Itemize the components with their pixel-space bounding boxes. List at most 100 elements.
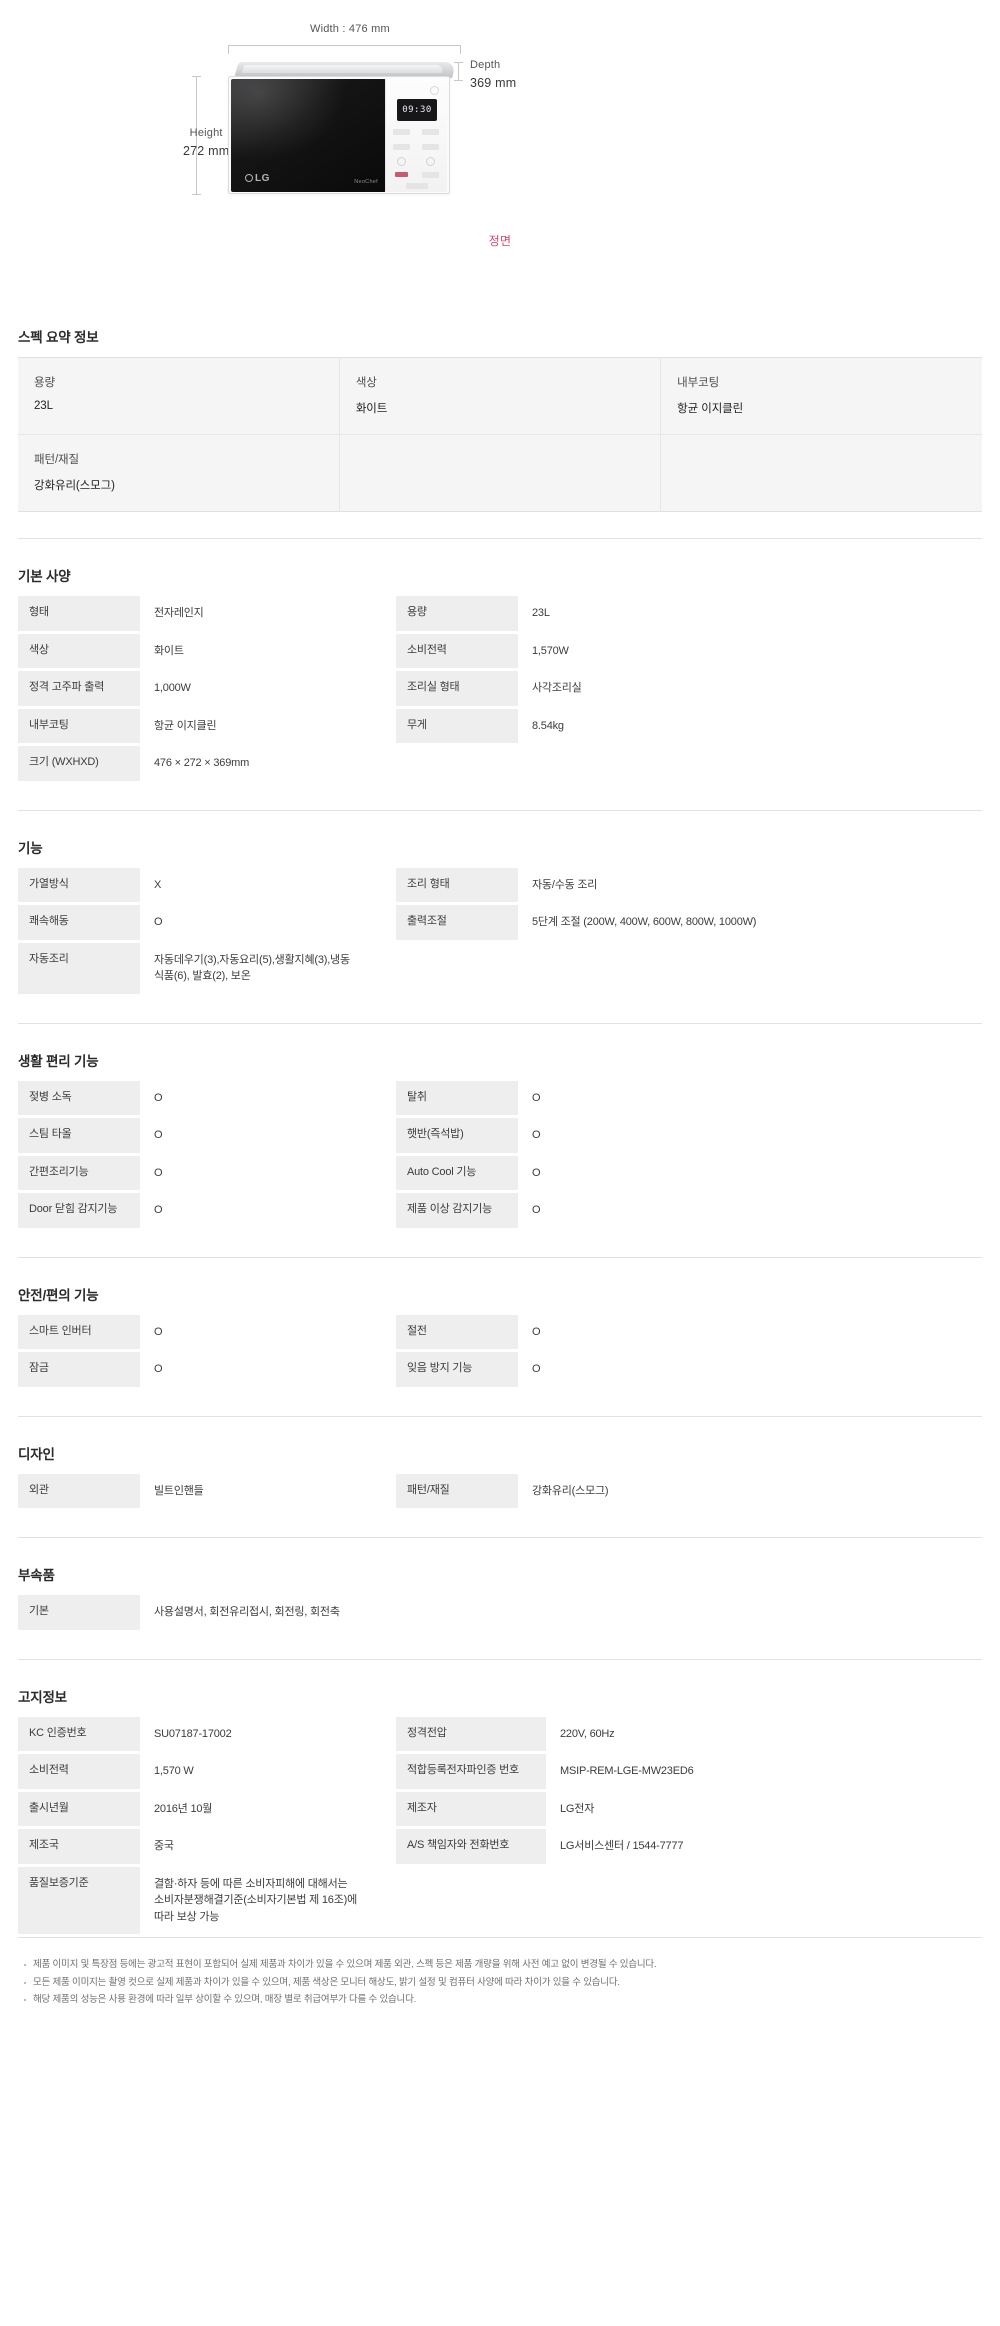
summary-cell-value: 23L: [34, 400, 53, 412]
row-label: 절전: [396, 1314, 518, 1352]
panel-button-6: [406, 183, 428, 189]
summary-title: 스펙 요약 정보: [18, 330, 99, 345]
row-label: KC 인증번호: [18, 1716, 140, 1754]
summary-cell-key: 용량: [34, 377, 55, 389]
disclaimer-note: 모든 제품 이미지는 촬영 컷으로 실제 제품과 차이가 있을 수 있으며, 제…: [22, 1974, 978, 1992]
summary-cell-key: 색상: [355, 377, 377, 389]
column-gap: [370, 1191, 396, 1231]
section-accessories: 부속품 기본 사용설명서, 회전유리접시, 회전링, 회전축: [18, 1538, 982, 1633]
row-label: 적합등록전자파인증 번호: [396, 1752, 546, 1792]
row-label: 탈취: [396, 1080, 518, 1118]
empty-cell: [546, 1865, 982, 1937]
table-row: 형태 전자레인지 용량 23L: [18, 596, 982, 634]
table-row: 패턴/재질 강화유리(스모그): [18, 434, 982, 512]
row-value: 1,000W: [140, 669, 370, 709]
basic-spec-table: 형태 전자레인지 용량 23L 색상 화이트 소비전력 1,570W 정격 고주…: [18, 596, 982, 784]
row-value: 476 × 272 × 369mm: [140, 744, 370, 784]
panel-button-2: [422, 129, 439, 135]
row-value: 화이트: [140, 632, 370, 671]
disclaimer-note: 해당 제품의 성능은 사용 환경에 따라 일부 상이할 수 있으며, 매장 별로…: [22, 1991, 978, 2009]
row-label: 조리실 형태: [396, 669, 518, 709]
row-label: 품질보증기준: [18, 1865, 140, 1937]
row-label: 젖병 소독: [18, 1080, 140, 1118]
column-gap: [370, 744, 396, 784]
row-label: 내부코팅: [18, 707, 140, 746]
row-value: 23L: [518, 596, 982, 634]
convenience-title: 생활 편리 기능: [18, 1053, 99, 1069]
table-row: 기본 사용설명서, 회전유리접시, 회전링, 회전축: [18, 1595, 982, 1633]
width-right-cap: [460, 45, 461, 54]
front-view-caption: 정면: [488, 234, 512, 248]
microwave-product-image: LG NeoChef 09:30: [228, 62, 460, 194]
column-gap: [370, 1790, 396, 1829]
column-gap: [370, 707, 396, 746]
microwave-display: 09:30: [397, 99, 437, 121]
column-gap: [370, 596, 396, 634]
row-value: O: [140, 903, 370, 943]
row-value: 사각조리실: [518, 669, 982, 709]
section-design: 디자인 외관 빌트인핸들 패턴/재질 강화유리(스모그): [18, 1417, 982, 1511]
row-label: 패턴/재질: [396, 1473, 518, 1511]
row-label: 형태: [18, 596, 140, 634]
row-value: MSIP-REM-LGE-MW23ED6: [546, 1752, 982, 1792]
section-summary: 스펙 요약 정보 용량 23L 색상 화이트 내부코팅 항균 이지클린 패턴/재…: [18, 300, 982, 512]
summary-cell: 용량 23L: [18, 357, 340, 435]
microwave-control-panel: 09:30: [385, 79, 447, 192]
depth-label: Depth 369 mm: [470, 58, 516, 93]
section-function: 기능 가열방식 X 조리 형태 자동/수동 조리 쾌속해동 O 출력조절 5단계…: [18, 811, 982, 997]
height-top-cap: [192, 76, 201, 77]
table-row: 젖병 소독 O 탈취 O: [18, 1080, 982, 1118]
empty-cell: [396, 941, 518, 997]
row-value: 항균 이지클린: [140, 707, 370, 746]
row-label: 기본: [18, 1595, 140, 1633]
row-value: 220V, 60Hz: [546, 1716, 982, 1754]
row-label: 색상: [18, 632, 140, 671]
row-value: 빌트인핸들: [140, 1473, 370, 1511]
summary-cell-value: 강화유리(스모그): [34, 480, 115, 492]
row-value: X: [140, 867, 370, 905]
summary-cell: [660, 434, 982, 512]
summary-cell-value: 화이트: [355, 403, 388, 415]
row-value: 1,570 W: [140, 1752, 370, 1792]
column-gap: [370, 1116, 396, 1156]
neochef-brandmark: NeoChef: [354, 179, 378, 185]
panel-button-5: [422, 172, 439, 178]
table-row: 내부코팅 항균 이지클린 무게 8.54kg: [18, 707, 982, 746]
row-value: O: [518, 1154, 982, 1193]
row-label: 출력조절: [396, 903, 518, 943]
column-gap: [370, 1473, 396, 1511]
row-value: O: [140, 1116, 370, 1156]
dimension-diagram: Width : 476 mm Height 272 mm Depth 369 m…: [0, 0, 1000, 300]
table-row: 출시년월 2016년 10월 제조자 LG전자: [18, 1790, 982, 1829]
function-title: 기능: [18, 840, 43, 856]
depth-label-value: 369 mm: [470, 75, 517, 90]
row-value: 사용설명서, 회전유리접시, 회전링, 회전축: [140, 1595, 982, 1633]
safety-title: 안전/편의 기능: [18, 1287, 99, 1303]
disclaimer-note: 제품 이미지 및 특장점 등에는 광고적 표현이 포함되어 실제 제품과 차이가…: [22, 1956, 978, 1974]
row-label: 잠금: [18, 1350, 140, 1390]
panel-button-4: [422, 144, 439, 150]
table-row: 잠금 O 잊음 방지 기능 O: [18, 1350, 982, 1390]
column-gap: [370, 867, 396, 905]
row-label: 자동조리: [18, 941, 140, 997]
row-label: 소비전력: [18, 1752, 140, 1792]
row-value: 자동데우기(3),자동요리(5),생활지혜(3),냉동식품(6), 발효(2),…: [140, 941, 370, 997]
column-gap: [370, 1865, 396, 1937]
row-label: 햇반(즉석밥): [396, 1116, 518, 1156]
row-value: O: [518, 1116, 982, 1156]
row-value: O: [140, 1191, 370, 1231]
column-gap: [370, 1350, 396, 1390]
design-title: 디자인: [18, 1446, 55, 1462]
convenience-table: 젖병 소독 O 탈취 O 스팀 타올 O 햇반(즉석밥) O 간편조리기능 O: [18, 1080, 982, 1231]
table-row: 용량 23L 색상 화이트 내부코팅 항균 이지클린: [18, 357, 982, 435]
microwave-top-highlight: [242, 65, 445, 73]
spec-content: 스펙 요약 정보 용량 23L 색상 화이트 내부코팅 항균 이지클린 패턴/재…: [0, 300, 1000, 1937]
row-value: 8.54kg: [518, 707, 982, 746]
table-row: 색상 화이트 소비전력 1,570W: [18, 632, 982, 671]
product-spec-page: Width : 476 mm Height 272 mm Depth 369 m…: [0, 0, 1000, 2035]
accessories-title: 부속품: [18, 1568, 55, 1583]
sensor-icon: [430, 86, 439, 95]
table-row: 자동조리 자동데우기(3),자동요리(5),생활지혜(3),냉동식품(6), 발…: [18, 941, 982, 997]
row-value: O: [518, 1191, 982, 1231]
column-gap: [370, 669, 396, 709]
